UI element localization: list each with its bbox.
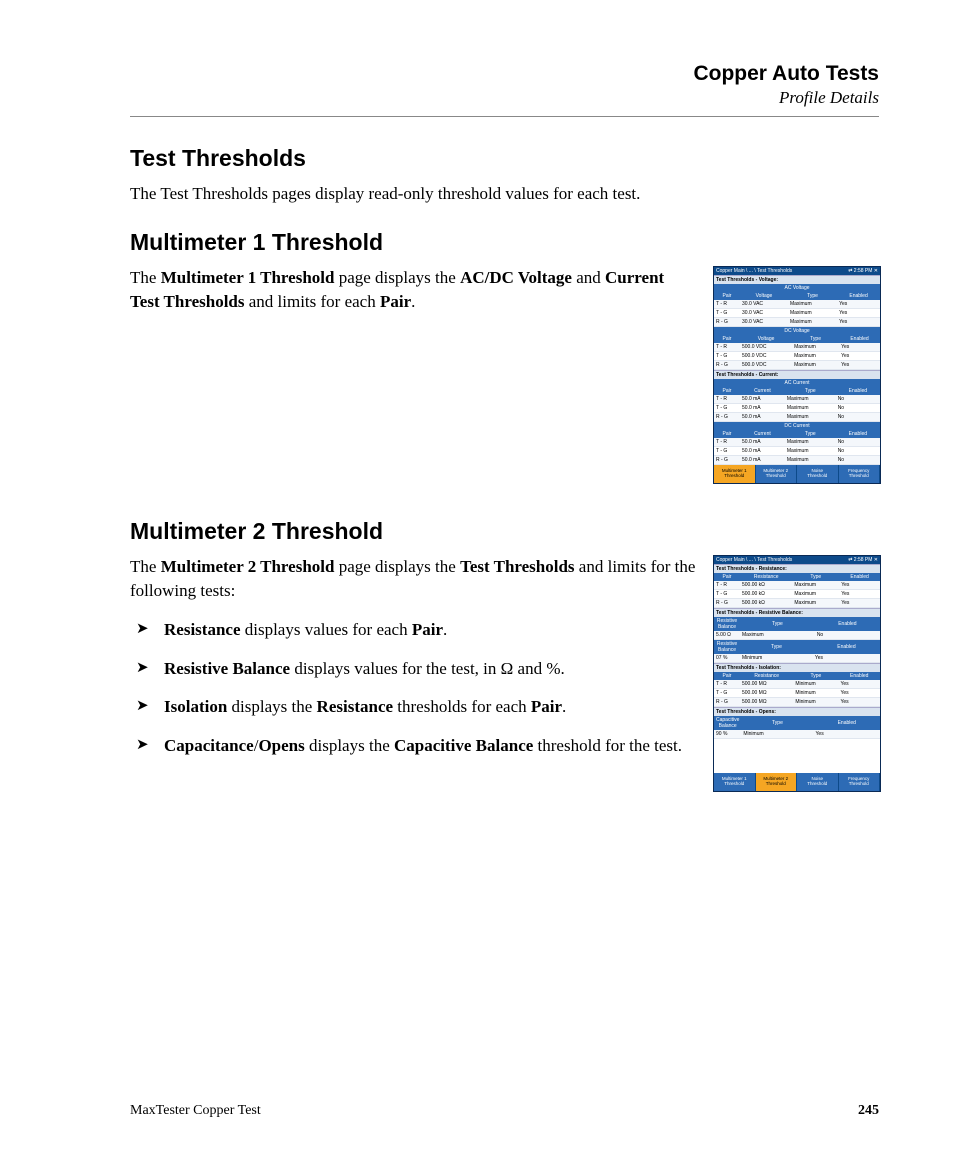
footer-product: MaxTester Copper Test (130, 1103, 261, 1119)
h-multimeter2: Multimeter 2 Threshold (130, 518, 879, 545)
page-header: Copper Auto Tests Profile Details (130, 62, 879, 108)
page-footer: MaxTester Copper Test 245 (130, 1103, 879, 1119)
header-title: Copper Auto Tests (130, 62, 879, 86)
bullet-item: Isolation displays the Resistance thresh… (130, 695, 697, 720)
header-rule (130, 116, 879, 117)
screenshot-multimeter2: Copper Main \ ... \ Test Thresholds⇄ 2:5… (713, 555, 881, 792)
p-multimeter1: The Multimeter 1 Threshold page displays… (130, 266, 697, 315)
h-multimeter1: Multimeter 1 Threshold (130, 229, 879, 256)
header-subtitle: Profile Details (130, 88, 879, 108)
bullet-item: Resistive Balance displays values for th… (130, 657, 697, 682)
footer-page-number: 245 (858, 1103, 879, 1119)
bullet-list: Resistance displays values for each Pair… (130, 618, 697, 759)
screenshot-multimeter1: Copper Main \ ... \ Test Thresholds⇄ 2:5… (713, 266, 881, 484)
p-test-thresholds: The Test Thresholds pages display read-o… (130, 182, 879, 207)
h-test-thresholds: Test Thresholds (130, 145, 879, 172)
p-multimeter2: The Multimeter 2 Threshold page displays… (130, 555, 697, 604)
bullet-item: Resistance displays values for each Pair… (130, 618, 697, 643)
bullet-item: Capacitance/Opens displays the Capacitiv… (130, 734, 697, 759)
